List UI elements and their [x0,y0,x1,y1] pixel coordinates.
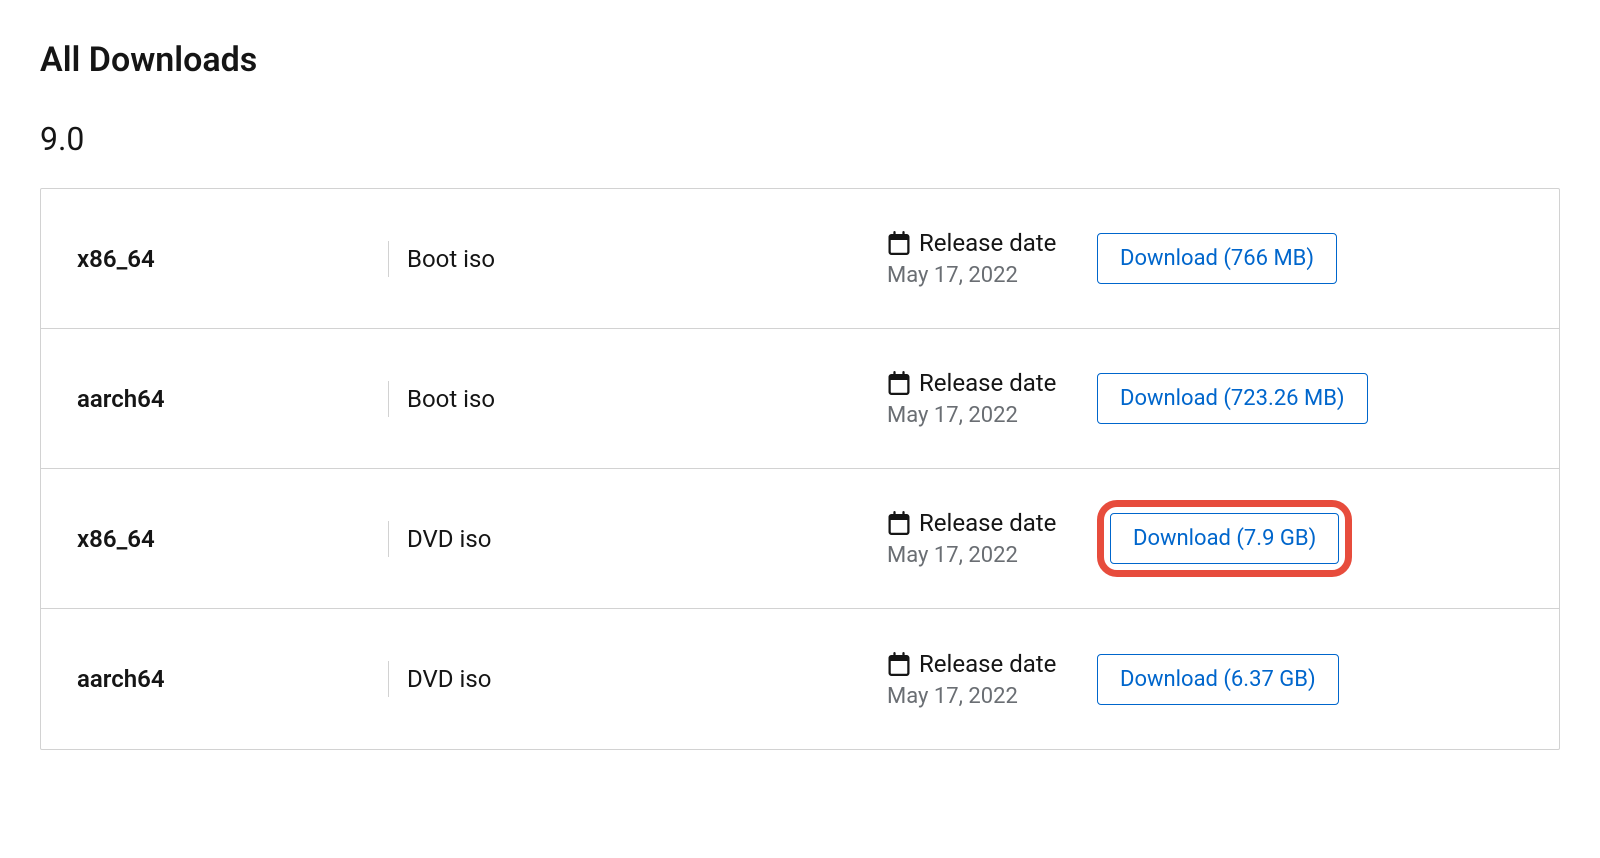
download-row: x86_64Boot iso Release date May 17, 2022Do… [41,189,1559,329]
release-date-label: Release date [919,369,1056,397]
release-date-value: May 17, 2022 [887,684,1097,709]
release-date-label: Release date [919,229,1056,257]
iso-type-label: Boot iso [407,245,887,273]
calendar-icon [887,371,911,395]
iso-type-label: DVD iso [407,525,887,553]
release-date-value: May 17, 2022 [887,403,1097,428]
download-row: aarch64Boot iso Release date May 17, 2022D… [41,329,1559,469]
architecture-label: aarch64 [77,385,407,413]
release-date-block: Release date May 17, 2022 [887,369,1097,428]
architecture-label: aarch64 [77,665,407,693]
download-button[interactable]: Download (766 MB) [1097,233,1337,284]
download-row: aarch64DVD iso Release date May 17, 2022Do… [41,609,1559,749]
downloads-table: x86_64Boot isoRelease dateMay 17, 2022Do… [40,188,1560,750]
download-button[interactable]: Download (6.37 GB) [1097,654,1339,705]
release-date-value: May 17, 2022 [887,543,1097,568]
calendar-icon [887,652,911,676]
highlight-annotation: Download (7.9 GB) [1097,500,1352,577]
download-button[interactable]: Download (723.26 MB) [1097,373,1368,424]
iso-type-label: DVD iso [407,665,887,693]
iso-type-label: Boot iso [407,385,887,413]
page-title: All Downloads [40,40,1560,80]
download-row: x86_64DVD iso Release date May 17, 2022 Dow… [41,469,1559,609]
release-date-block: Release date May 17, 2022 [887,509,1097,568]
download-button[interactable]: Download (7.9 GB) [1110,513,1339,564]
release-date-value: May 17, 2022 [887,263,1097,288]
architecture-label: x86_64 [77,525,407,553]
calendar-icon [887,511,911,535]
architecture-label: x86_64 [77,245,407,273]
calendar-icon [887,231,911,255]
release-date-label: Release date [919,650,1056,678]
release-date-label: Release date [919,509,1056,537]
version-heading: 9.0 [40,120,1560,158]
release-date-block: Release date May 17, 2022 [887,650,1097,709]
release-date-block: Release date May 17, 2022 [887,229,1097,288]
